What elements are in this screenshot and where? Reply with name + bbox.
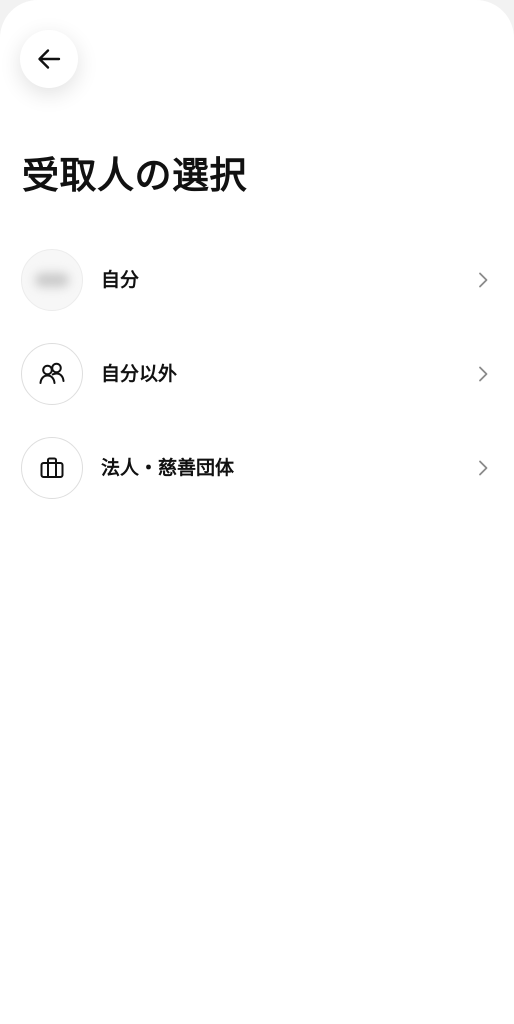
people-icon-circle [21,343,83,405]
chevron-right-icon [479,272,488,288]
briefcase-icon-circle [21,437,83,499]
recipient-options-list: 自分 自分以外 法人・慈善団体 [0,233,514,515]
chevron-right-icon [479,366,488,382]
option-organization-label: 法人・慈善団体 [101,457,235,479]
briefcase-icon [40,457,64,478]
option-self-label: 自分 [101,269,140,291]
option-someone-else-label: 自分以外 [101,363,178,385]
option-organization[interactable]: 法人・慈善団体 [0,421,514,515]
blurred-avatar-content [35,273,69,287]
option-self[interactable]: 自分 [0,233,514,327]
avatar [21,249,83,311]
people-icon [39,362,65,384]
page-title: 受取人の選択 [22,154,247,197]
back-button[interactable] [20,30,78,88]
recipient-selection-sheet: 受取人の選択 自分 自分以外 法人・慈善団体 [0,0,514,1024]
arrow-left-icon [38,49,61,69]
option-someone-else[interactable]: 自分以外 [0,327,514,421]
chevron-right-icon [479,460,488,476]
